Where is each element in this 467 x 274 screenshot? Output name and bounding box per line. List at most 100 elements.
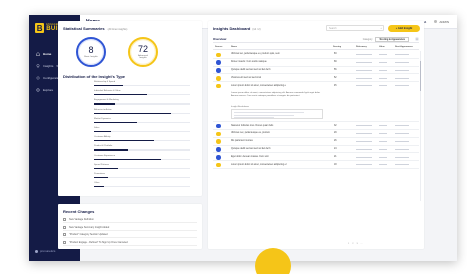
relevancy-value [356,69,372,71]
relevancy-value [356,133,372,134]
page-link[interactable]: 1 [348,243,349,245]
list-item[interactable]: "Product" Category Section Updated [63,232,197,238]
next-appearance-cell [395,156,409,158]
table-row[interactable]: Vivamus elit sed vel sed sit al 52 [213,74,419,83]
source-icon [216,154,221,160]
advanced-insights-label: Advanced Insights [138,54,148,59]
recent-changes-title: Recent Changes [63,209,95,214]
insight-name: Dis parturient montes [231,140,253,143]
list-item[interactable]: New Vantage Summary Insight Added [63,225,197,231]
source-icon [216,83,221,89]
home-icon [36,51,40,56]
distribution-row: Promotions [94,173,194,182]
next-appearance-cell [395,133,409,134]
insight-breakdown-label: Insight Breakdown [231,106,249,109]
source-icon [216,60,221,65]
table-row[interactable]: Donec mauris: Cum sociis natoque 69 [213,59,419,67]
table-row-expanded[interactable]: Lorem ipsum dolor sit amet, consectetuer… [213,82,419,123]
column-next-appearance[interactable]: Next Appearance [395,46,413,48]
column-relevancy[interactable]: Relevancy [356,46,367,48]
category-filter[interactable]: Category [363,38,373,41]
pagination: 1 2 3... [348,243,362,245]
document-icon [63,225,66,229]
table-header: Source Name Scoring Relevancy Value Next… [213,45,419,50]
stats-title: Statistical Summaries (All time insights) [63,26,127,31]
source-icon [216,75,221,81]
list-item[interactable]: New Vantage Definition [63,217,197,223]
insight-name: Lorem ipsum dolor sit amet, consectetuer… [231,163,287,166]
scrollbar[interactable] [420,51,422,201]
table-row[interactable]: Ultricies nec, pellentesque eu, pretium 2… [213,130,419,138]
distribution-row: Sales [94,127,194,136]
table-row[interactable]: Dis parturient montes 26 [213,138,419,146]
table-row[interactable]: Ultricies leo, pellentesque eu, pretium … [213,51,419,59]
lightbulb-icon [36,63,40,68]
value-cell [379,85,387,87]
table-row[interactable]: Eget dolor. Aenean massa. Cum soci 21 [213,153,419,162]
column-name[interactable]: Name [231,46,237,48]
search-placeholder: Search [329,26,337,30]
distribution-bar [94,94,147,96]
column-source[interactable]: Source [215,46,222,48]
relevancy-value [356,54,372,55]
next-appearance-cell [395,61,409,63]
distribution-label: Product & Portfolio [94,145,113,148]
sidebar-item-label: Insights [43,63,54,68]
column-scoring[interactable]: Scoring [333,46,341,48]
advanced-insights-donut: 72 Advanced Insights [128,37,158,67]
change-label: New Vantage Summary Insight Added [69,225,110,229]
change-label: "Product" Category Section Updated [69,233,108,236]
next-appearance-cell [395,69,409,71]
insight-score: 69 [334,61,337,64]
insight-name: Eget dolor. Aenean massa. Cum soci [231,155,269,158]
table-row[interactable]: Nascetur ridiculus mus. Donec quam felis… [213,122,419,130]
scrollbar-thumb[interactable] [420,61,422,91]
sort-select[interactable]: Scoring & Appearance [375,36,409,42]
change-label: "Product Engage - Refined" To Sign Up On… [69,240,128,244]
compass-icon [36,87,40,92]
source-icon [216,162,221,168]
distribution-row: Customer Experience [94,155,194,164]
list-item[interactable]: "Product Engage - Refined" To Sign Up On… [63,240,197,246]
page-link[interactable]: 2 [352,243,353,245]
next-appearance-cell [395,125,409,127]
brand-footer-text: pnmunetics [40,249,56,253]
role-badge[interactable]: ADMIN [434,20,449,24]
distribution-row: Spend Patterns [94,164,194,173]
relevancy-value [356,77,372,79]
table-row[interactable]: Quisque dedit sed aut sed vel del del b 2… [213,146,419,154]
page-link[interactable]: 3 [356,243,357,245]
overview-label: Overview [213,37,227,41]
distribution-bar [94,103,116,105]
table-row[interactable]: Quisque dedit sed aut sed vel del del b 5… [213,67,419,75]
statistical-summaries-card: Statistical Summaries (All time insights)… [58,21,202,196]
add-insight-button[interactable]: + Add Insight [388,24,420,32]
distribution-row: Other [94,182,194,191]
insight-description: Lorem ipsum dolor sit amet, consectetuer… [231,92,321,98]
distribution-row: Product & Portfolio [94,145,194,154]
insight-score: 32 [334,124,337,127]
insight-score: 24 [334,147,337,150]
brand-footer: pnmunetics [35,249,55,253]
document-icon [63,218,66,221]
value-cell [379,61,387,63]
overview-bar: Overview Category Scoring & Appearance × [213,36,419,43]
column-value[interactable]: Value [379,46,385,48]
distribution-bar [94,121,138,123]
value-cell [379,54,387,55]
next-appearance-cell [395,148,409,150]
distribution-row: Market Dynamics [94,118,194,127]
insight-name: Lorem ipsum dolor sit amet, consectetuer… [231,84,286,87]
page-link[interactable]: ... [361,243,363,245]
insight-score: 26 [334,140,337,143]
distribution-bar [94,167,118,169]
table-row[interactable]: Lorem ipsum dolor sit amet, consectetuer… [213,161,419,169]
dashboard-count: (14 / 2) [252,28,261,31]
insight-name: Ultricies nec, pellentesque eu, pretium [231,132,270,135]
search-input[interactable]: Search ⌕ [326,25,384,31]
distribution-label: Market Dynamics [94,117,111,120]
value-cell [379,164,387,166]
distribution-bar [94,85,123,87]
distribution-row: Behavior to Action [94,109,194,118]
close-icon[interactable]: × [415,37,419,41]
